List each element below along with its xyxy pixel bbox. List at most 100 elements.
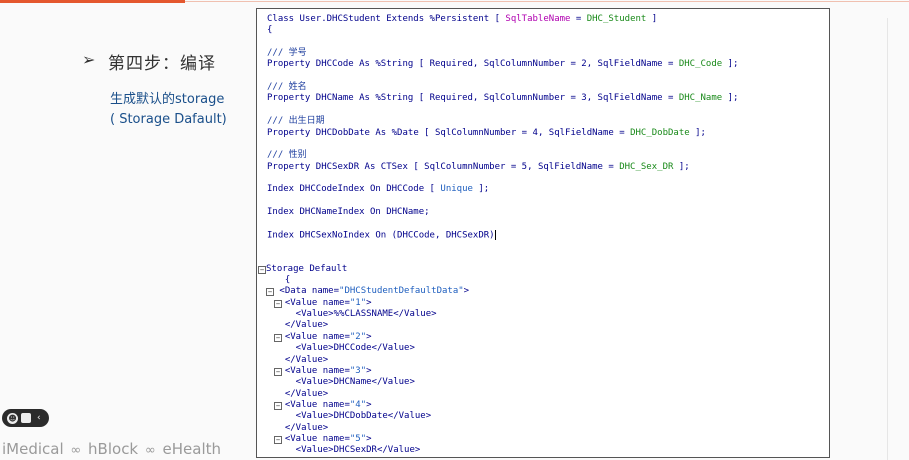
code-token: "2" [349, 331, 367, 342]
subtitle-line-1: 生成默认的storage [110, 92, 225, 107]
code-token: > [463, 286, 470, 297]
code-token: Property [267, 161, 316, 172]
code-token: <Value> [274, 445, 334, 456]
code-token: ]; [722, 59, 739, 70]
code-token: <Value> [274, 309, 334, 320]
code-token: DHCName [333, 377, 372, 388]
code-line: Property DHCSexDR As CTSex [ SqlColumnNu… [267, 162, 690, 173]
code-line: <Value name="4"> [274, 400, 372, 411]
code-line: Property DHCName As %String [ Required, … [267, 93, 738, 104]
code-token: /// 出生日期 [267, 116, 325, 127]
code-token: </Value> [274, 388, 329, 399]
code-token: ]; [673, 161, 690, 172]
code-token: Index [267, 184, 300, 195]
code-line: Index DHCCodeIndex On DHCCode [ Unique ]… [267, 184, 489, 195]
code-token: </Value> [274, 457, 328, 458]
code-line: <Value name="2"> [274, 332, 372, 343]
code-token: <Data name= [274, 286, 340, 297]
code-token: { [267, 25, 273, 36]
code-token: <Value name= [274, 433, 350, 444]
code-token: </Value> [393, 309, 437, 320]
chevron-left-icon[interactable]: ‹ [37, 413, 41, 423]
code-token: DHCName As %String [ Required, SqlColumn… [315, 93, 679, 104]
code-line: { [274, 275, 290, 286]
code-token: <Value name= [274, 331, 350, 342]
infinity-icon: ∞ [144, 443, 156, 458]
code-token: "DHCStudentDefaultData" [339, 286, 464, 297]
smiley-icon[interactable]: ☻ [7, 412, 18, 424]
code-token: Class [267, 14, 300, 24]
code-token: Unique [440, 184, 473, 195]
code-token: > [366, 365, 372, 376]
step-title: 第四步：编译 [108, 54, 216, 74]
code-token: Storage [266, 263, 310, 274]
code-token: "5" [349, 433, 367, 444]
code-line: Index DHCSexNoIndex On (DHCCode, DHCSexD… [267, 229, 496, 241]
code-token: DHCNameIndex On DHCName; [299, 206, 430, 217]
code-line: Class User.DHCStudent Extends %Persisten… [267, 14, 657, 25]
code-token: </Value> [387, 411, 432, 422]
code-token: ]; [472, 184, 490, 195]
infinity-icon: ∞ [70, 443, 82, 458]
footer-brand: iMedical ∞ hBlock ∞ eHealth [2, 440, 221, 458]
code-line: </Value> [274, 457, 328, 458]
code-line: { [267, 25, 272, 36]
code-line: </Value> [274, 355, 328, 366]
code-token: DHCCode [333, 343, 372, 354]
code-token: <Value> [274, 411, 334, 422]
fold-toggle-icon[interactable]: − [274, 333, 282, 342]
code-token: </Value> [274, 422, 329, 433]
code-line: Index DHCNameIndex On DHCName; [267, 207, 430, 218]
code-token: DHCDobDate [333, 411, 388, 422]
code-line: /// 学号 [267, 48, 307, 59]
code-token: { [274, 275, 291, 286]
code-token: DHCCodeIndex On DHCCode [ [299, 184, 441, 195]
fold-toggle-icon[interactable]: − [258, 265, 266, 274]
code-token: > [366, 297, 372, 308]
code-token: <Value> [274, 377, 334, 388]
code-token: Property [267, 127, 316, 138]
code-line: /// 姓名 [267, 82, 307, 93]
code-token: ]; [722, 93, 739, 104]
code-token: </Value> [371, 377, 415, 388]
gallery-icon[interactable] [21, 413, 31, 423]
code-token: = [570, 14, 587, 24]
code-token: /// 性别 [267, 150, 307, 161]
fold-toggle-icon[interactable]: − [274, 367, 282, 376]
top-divider [185, 1, 909, 2]
brand-ehealth: eHealth [162, 440, 222, 458]
code-token: DHC_Sex_DR [619, 161, 674, 172]
code-line: <Value name="5"> [274, 434, 372, 445]
fold-toggle-icon[interactable]: − [274, 435, 282, 444]
code-token: </Value> [376, 445, 421, 456]
code-line: <Value>DHCDobDate</Value> [274, 411, 431, 422]
code-token: "3" [349, 365, 367, 376]
code-token: > [366, 433, 372, 444]
code-token: Property [267, 93, 316, 104]
code-line: <Value>DHCName</Value> [274, 377, 415, 388]
fold-toggle-icon[interactable]: − [266, 288, 274, 297]
code-token: > [366, 399, 372, 410]
code-line: <Value name="1"> [274, 298, 372, 309]
code-line: <Value>%%CLASSNAME</Value> [274, 309, 437, 320]
code-token: Index [267, 230, 300, 241]
top-accent-bar [0, 0, 185, 3]
code-line: Property DHCDobDate As %Date [ SqlColumn… [267, 128, 706, 139]
code-line: <Value name="3"> [274, 366, 372, 377]
fold-toggle-icon[interactable]: − [274, 299, 282, 308]
fold-toggle-icon[interactable]: − [274, 401, 282, 410]
code-token: DHCSexDR [333, 445, 377, 456]
code-token: %%CLASSNAME [333, 309, 394, 320]
code-token: ]; [689, 127, 706, 138]
code-token: /// 姓名 [267, 82, 307, 93]
code-line: /// 性别 [267, 150, 307, 161]
code-token: <Value name= [274, 365, 350, 376]
code-line: </Value> [274, 423, 328, 434]
code-token: DHCSexNoIndex On (DHCCode, DHCSexDR) [299, 230, 495, 241]
presentation-controls[interactable]: ☻ ‹ [2, 409, 49, 427]
bullet-arrow-icon: ➢ [82, 50, 96, 69]
code-line: </Value> [274, 389, 328, 400]
subtitle-line-2: ( Storage Dafault) [110, 112, 227, 127]
code-token: <Value name= [274, 297, 350, 308]
code-token: DHCCode As %String [ Required, SqlColumn… [315, 59, 679, 70]
